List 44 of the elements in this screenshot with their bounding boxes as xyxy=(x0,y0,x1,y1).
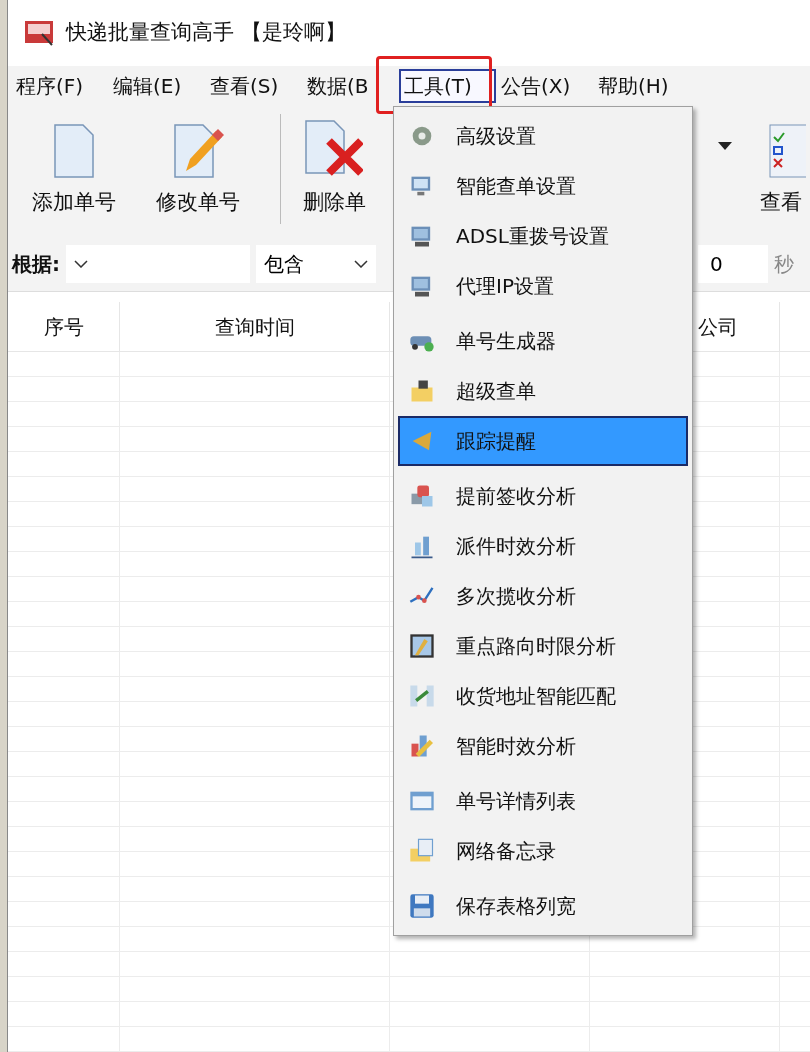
window-title: 快递批量查询高手 【是玲啊】 xyxy=(66,19,346,47)
menu-item[interactable]: 程序(F) xyxy=(11,69,108,103)
toolbar-button[interactable]: 添加单号 xyxy=(12,122,136,218)
menu-item[interactable]: 重点路向时限分析 xyxy=(398,621,688,671)
column-header[interactable]: 序号 xyxy=(8,302,120,351)
menu-item[interactable]: 单号生成器 xyxy=(398,316,688,366)
menu-item[interactable]: 智能查单设置 xyxy=(398,161,688,211)
toolbar-button[interactable]: 修改单号 xyxy=(136,122,260,218)
field-dropdown[interactable] xyxy=(66,244,250,283)
toolbar-button[interactable]: 查看 xyxy=(756,122,806,218)
menu-item[interactable]: 编辑(E) xyxy=(108,69,205,103)
seconds-label: 秒 xyxy=(774,250,794,278)
seconds-field[interactable]: 0 xyxy=(698,244,768,283)
menu-item[interactable]: 网络备忘录 xyxy=(398,826,688,876)
map-icon xyxy=(408,632,436,660)
chevron-down-icon xyxy=(74,259,88,268)
menu-item[interactable]: 单号详情列表 xyxy=(398,776,688,826)
menu-item[interactable]: 工具(T) xyxy=(399,69,496,103)
chevron-down-icon xyxy=(354,259,368,268)
document-pencil-icon xyxy=(172,122,224,179)
filter-label: 根据: xyxy=(12,250,60,278)
match-dropdown[interactable]: 包含 xyxy=(256,244,376,283)
menu-item[interactable]: 派件时效分析 xyxy=(398,521,688,571)
column-header[interactable]: 查询时间 xyxy=(120,302,390,351)
menu-item[interactable]: 多次揽收分析 xyxy=(398,571,688,621)
menu-item[interactable]: 代理IP设置 xyxy=(398,261,688,311)
menu-item[interactable]: ADSL重拨号设置 xyxy=(398,211,688,261)
menu-item[interactable]: 数据(B xyxy=(302,69,399,103)
checklist-icon xyxy=(768,122,806,179)
toolbar-button[interactable]: 删除单 xyxy=(303,118,366,218)
menu-item[interactable]: 公告(X) xyxy=(496,69,593,103)
menu-item[interactable]: 跟踪提醒 xyxy=(398,416,688,466)
menu-item[interactable]: 提前签收分析 xyxy=(398,471,688,521)
folder-icon xyxy=(408,837,436,865)
menu-item[interactable]: 查看(S) xyxy=(205,69,302,103)
menu-item[interactable]: 高级设置 xyxy=(398,111,688,161)
menu-item[interactable]: 收货地址智能匹配 xyxy=(398,671,688,721)
menu-item[interactable]: 智能时效分析 xyxy=(398,721,688,771)
menu-item[interactable]: 保存表格列宽 xyxy=(398,881,688,931)
document-icon xyxy=(52,122,96,179)
app-logo-icon xyxy=(24,20,54,46)
menu-item[interactable]: 超级查单 xyxy=(398,366,688,416)
caret-icon[interactable] xyxy=(718,142,732,150)
menu-item[interactable]: 帮助(H) xyxy=(593,69,690,103)
